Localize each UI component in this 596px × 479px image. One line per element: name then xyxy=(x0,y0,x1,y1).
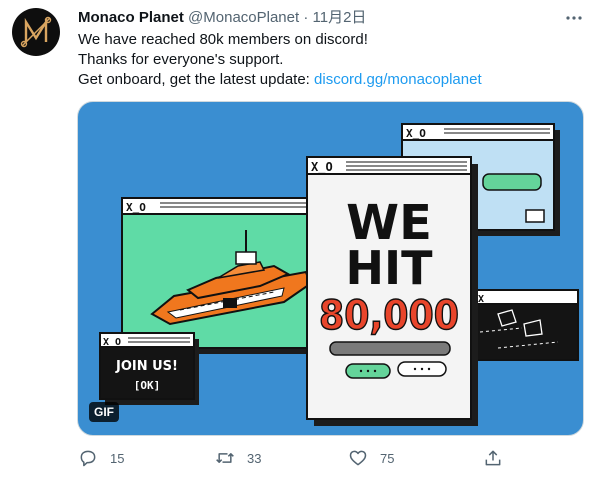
window-join-us: X_O JOIN US! [OK] xyxy=(99,332,199,405)
tweet-text: We have reached 80k members on discord! … xyxy=(78,30,578,90)
tweet-media[interactable]: X_O X_ X_O X_O WE HIT 80,000 X_O JOIN US… xyxy=(77,101,584,436)
heart-icon xyxy=(349,450,367,466)
like-count: 75 xyxy=(380,450,395,466)
like-button[interactable]: 75 xyxy=(342,441,394,475)
svg-text:X_: X_ xyxy=(478,294,491,305)
retweet-icon xyxy=(216,453,234,463)
tweet-text-prefix: Get onboard, get the latest update: xyxy=(78,71,315,88)
tweet-text-line: We have reached 80k members on discord! xyxy=(78,31,368,48)
tweet-text-line: Get onboard, get the latest update: disc… xyxy=(78,70,578,90)
more-button[interactable] xyxy=(564,8,584,28)
member-count: 80,000 xyxy=(319,293,459,339)
share-button[interactable] xyxy=(477,441,515,475)
window-main: X_O WE HIT 80,000 xyxy=(306,156,478,426)
more-icon xyxy=(566,16,582,20)
author-name[interactable]: Monaco Planet xyxy=(78,9,184,26)
discord-link[interactable]: discord.gg/monacoplanet xyxy=(314,71,482,88)
separator-dot: · xyxy=(303,9,309,26)
ok-text: [OK] xyxy=(134,379,161,392)
gif-badge: GIF xyxy=(89,402,119,422)
svg-text:X_O: X_O xyxy=(406,127,426,140)
window-yacht: X_O xyxy=(121,197,321,354)
reply-count: 15 xyxy=(110,450,125,466)
share-icon xyxy=(485,450,501,466)
svg-text:X_O: X_O xyxy=(126,201,146,214)
tweet-actions: 15 33 75 xyxy=(72,441,512,475)
tweet-text-line: Thanks for everyone's support. xyxy=(78,51,284,68)
tweet-header: Monaco Planet @MonacoPlanet · 11月2日 xyxy=(78,8,366,28)
headline-hit: HIT xyxy=(346,241,434,295)
svg-text:X_O: X_O xyxy=(103,337,121,348)
window-right-dark: X_ xyxy=(473,289,579,361)
tweet-timestamp[interactable]: 11月2日 xyxy=(313,9,367,26)
retweet-button[interactable]: 33 xyxy=(209,441,261,475)
join-us-text: JOIN US! xyxy=(115,359,178,374)
author-handle[interactable]: @MonacoPlanet xyxy=(188,9,299,26)
monaco-planet-logo-icon xyxy=(20,16,52,48)
author-avatar[interactable] xyxy=(12,8,60,56)
gif-artwork: X_O X_ X_O X_O WE HIT 80,000 X_O JOIN US… xyxy=(99,123,579,426)
retweet-count: 33 xyxy=(247,450,262,466)
svg-text:X_O: X_O xyxy=(311,160,333,175)
reply-button[interactable]: 15 xyxy=(72,441,124,475)
reply-icon xyxy=(80,450,96,467)
